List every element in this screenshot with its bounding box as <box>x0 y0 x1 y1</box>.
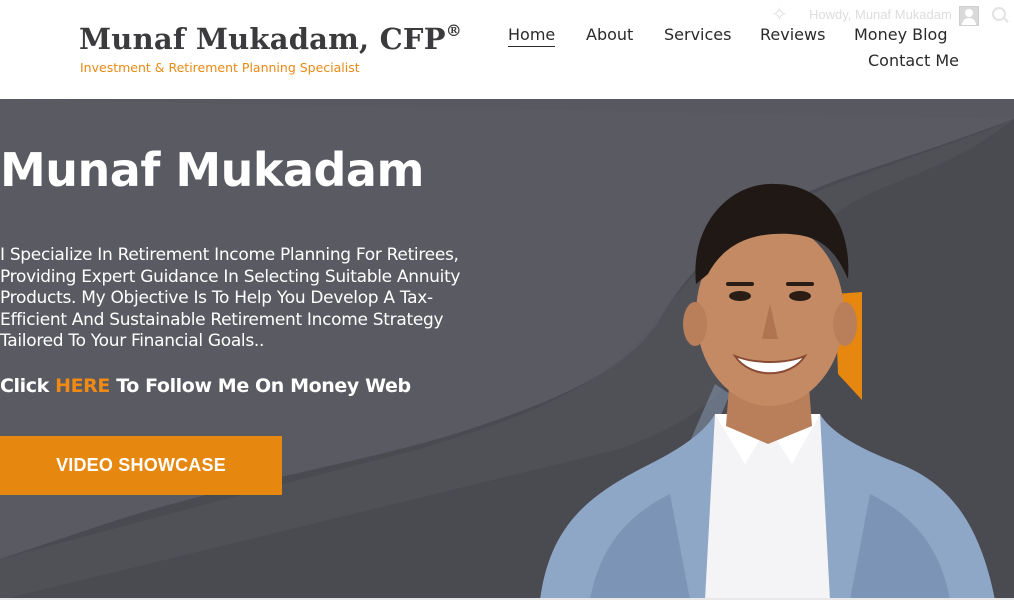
hero-section: Munaf Mukadam I Specialize In Retirement… <box>0 99 1014 600</box>
site-header: Munaf Mukadam, CFP® Investment & Retirem… <box>0 0 1014 99</box>
follow-text: Click HERE To Follow Me On Money Web <box>0 375 411 397</box>
registered-mark: ® <box>445 21 462 41</box>
search-icon[interactable] <box>992 7 1006 21</box>
site-tagline: Investment & Retirement Planning Special… <box>80 60 360 75</box>
site-logo-title[interactable]: Munaf Mukadam, CFP® <box>79 21 462 56</box>
nav-item-contact-me[interactable]: Contact Me <box>868 51 959 70</box>
follow-link[interactable]: HERE <box>55 375 110 397</box>
hero-description: I Specialize In Retirement Income Planni… <box>0 245 461 352</box>
nav-item-services[interactable]: Services <box>664 25 731 44</box>
nav-item-about[interactable]: About <box>586 25 633 44</box>
hero-title: Munaf Mukadam <box>0 143 424 197</box>
profile-photo <box>540 183 995 600</box>
avatar[interactable] <box>959 6 979 26</box>
follow-prefix: Click <box>0 375 56 397</box>
nav-item-reviews[interactable]: Reviews <box>760 25 825 44</box>
sparkle-icon[interactable]: ✧ <box>771 4 793 26</box>
brand-name[interactable]: Munaf Mukadam, CFP <box>79 22 446 56</box>
admin-greeting[interactable]: Howdy, Munaf Mukadam <box>809 7 952 22</box>
follow-suffix: To Follow Me On Money Web <box>109 375 411 397</box>
nav-item-money-blog[interactable]: Money Blog <box>854 25 948 44</box>
nav-item-home[interactable]: Home <box>508 25 556 47</box>
video-showcase-button[interactable]: VIDEO SHOWCASE <box>0 436 282 495</box>
